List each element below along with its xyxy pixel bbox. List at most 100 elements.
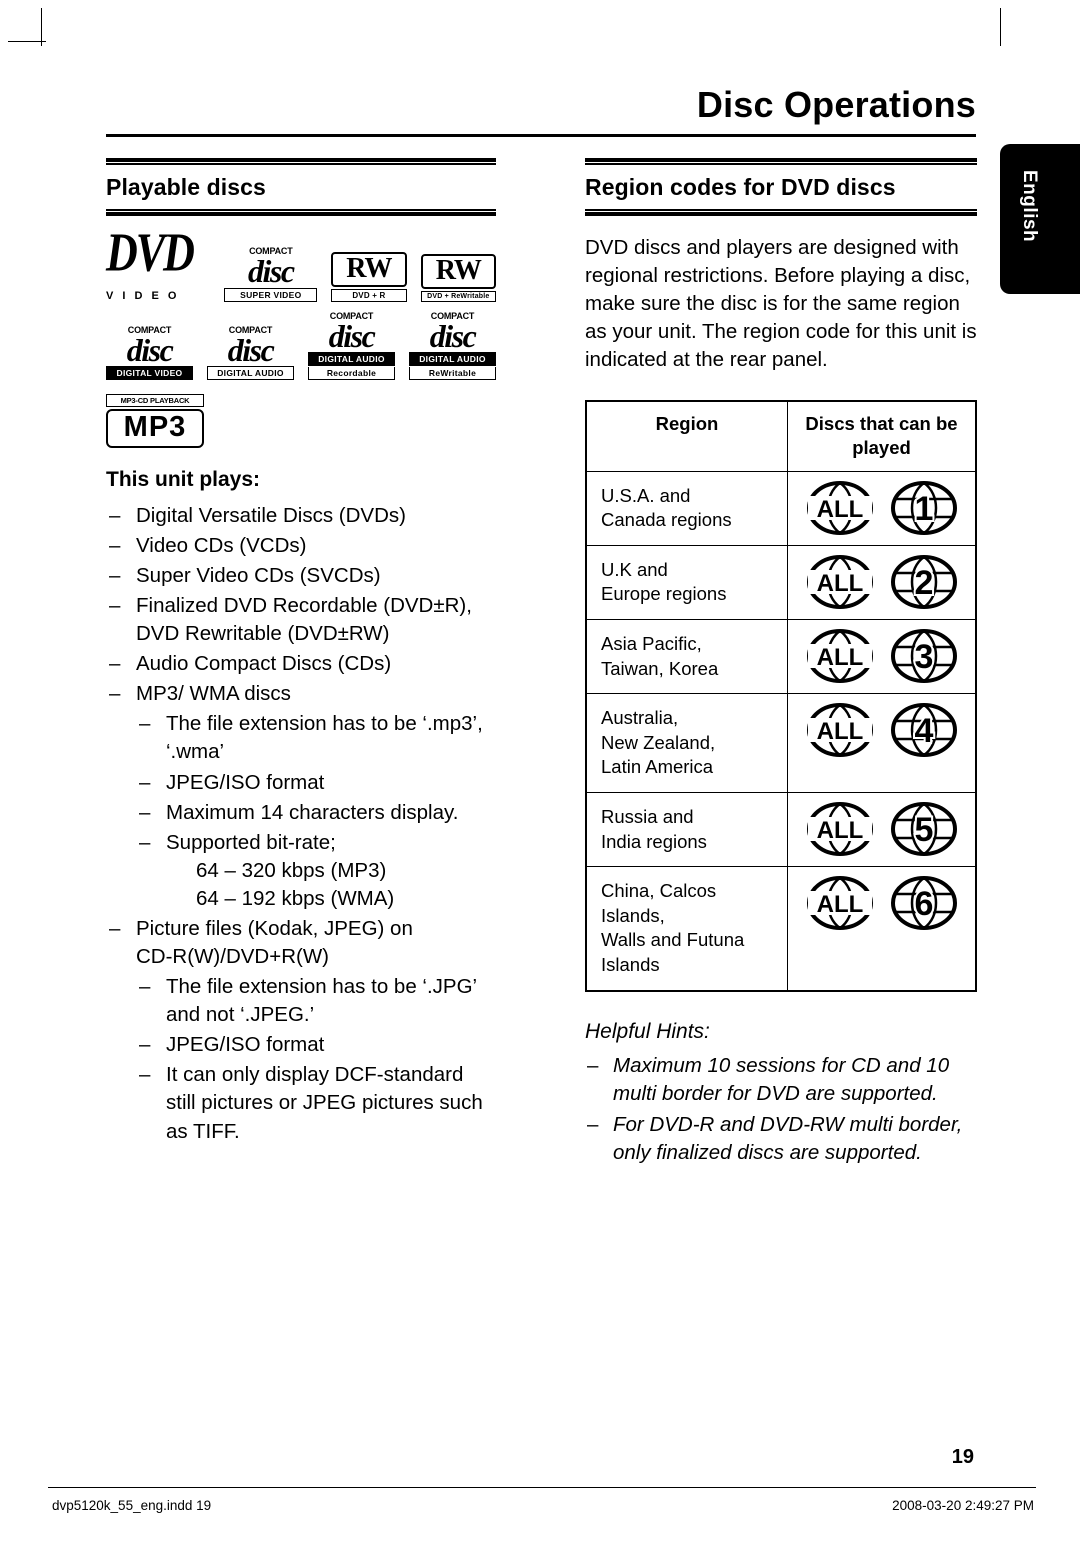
footer-file-name: dvp5120k_55_eng.indd 19 [52,1498,212,1513]
region-table-body: U.S.A. and Canada regions ALL 1 U.K and … [585,470,977,992]
region-cell: Australia, New Zealand, Latin America [585,693,788,793]
logo-bottom-label-6b: Recordable [308,367,395,381]
title-rule [106,134,976,137]
region-codes-header: Region codes for DVD discs [585,158,977,216]
list-item-text: The file extension has to be ‘.mp3’, [166,712,483,736]
table-row: U.S.A. and Canada regions ALL 1 [585,470,977,546]
rule-top-2r [585,163,977,165]
region-line: Russia and [601,805,694,827]
table-row: Australia, New Zealand, Latin America AL… [585,693,977,793]
table-row: Russia and India regions ALL 5 [585,791,977,868]
region-line: Latin America [601,756,714,778]
list-item-cont: and not ‘.JPEG.’ [166,1003,315,1027]
dvd-logo-word: DVD [106,221,195,284]
list-item: It can only display DCF-standard still p… [136,1061,496,1145]
list-item: Audio Compact Discs (CDs) [106,650,496,678]
playable-discs-list: Digital Versatile Discs (DVDs) Video CDs… [106,502,496,1146]
crop-mark-tr-v [1000,8,1001,46]
list-item-text: Audio Compact Discs (CDs) [136,652,392,676]
section-heading-region-codes: Region codes for DVD discs [585,174,896,200]
logo-disc-word: disc [248,253,295,290]
svg-text:ALL: ALL [816,817,863,844]
page-title: Disc Operations [696,84,976,125]
helpful-hints-title: Helpful Hints: [585,1019,710,1043]
region-line: Walls and Futuna [601,929,745,951]
region-cell: China, Calcos Islands, Walls and Futuna … [585,866,788,992]
column-header-region: Region [585,400,788,472]
rule-bot-1r [585,209,977,211]
globe-all-icon: ALL [806,554,874,610]
svg-text:2: 2 [914,564,933,602]
list-item-cont2: 64 – 192 kbps (WMA) [196,886,395,910]
rule-top-2 [106,163,496,165]
svg-text:6: 6 [914,885,933,923]
list-item-text: Digital Versatile Discs (DVDs) [136,503,406,527]
globe-all-icon: ALL [806,702,874,758]
mp3-cd-playback-logo: MP3-CD PLAYBACK MP3 [106,394,204,448]
region-line: Australia, [601,707,679,729]
list-item: Maximum 14 characters display. [136,799,496,827]
crop-mark-tl-h [8,41,46,42]
logo-disc-word-5: disc [227,332,275,369]
logo-bottom-label: SUPER VIDEO [224,287,318,302]
region-icons-cell: ALL 2 [787,544,977,621]
svg-text:ALL: ALL [816,570,863,597]
rule-top-1 [106,158,496,162]
list-item: Video CDs (VCDs) [106,532,496,560]
region-codes-intro: DVD discs and players are designed with … [585,236,977,372]
section-heading-playable-discs: Playable discs [106,174,266,200]
left-column: Playable discs DVD V I D E O COMPACT dis… [106,158,497,1148]
list-item-text: Supported bit-rate; [166,830,336,854]
svg-text:ALL: ALL [816,644,863,671]
compact-disc-digital-video-logo: COMPACT disc DIGITAL VIDEO [106,325,193,381]
footer-rule [48,1487,1036,1488]
list-item-text: JPEG/ISO format [166,770,325,794]
region-icons-cell: ALL 3 [787,619,977,695]
region-line: Canada regions [601,509,732,531]
sub-list-picture-files: The file extension has to be ‘.JPG’ and … [136,973,496,1145]
list-item: JPEG/ISO format [136,769,496,797]
globe-region-number-icon: 1 [890,480,958,536]
rule-bot-1 [106,209,496,211]
list-item-text: Finalized DVD Recordable (DVD±R), [136,594,472,618]
region-line: U.S.A. and [601,484,691,506]
globe-region-number-icon: 2 [890,554,958,610]
region-line: China, Calcos [601,880,717,902]
region-cell: Asia Pacific, Taiwan, Korea [585,619,788,695]
rule-bot-2r [585,212,977,216]
globe-all-icon: ALL [806,480,874,536]
logo-disc-word-4: disc [126,332,174,369]
list-item: Super Video CDs (SVCDs) [106,562,496,590]
region-line: Asia Pacific, [601,633,702,655]
list-item: Finalized DVD Recordable (DVD±R), DVD Re… [106,592,496,648]
dvd-logo-sub: V I D E O [106,289,180,302]
list-item-cont: CD-R(W)/DVD+R(W) [136,945,329,969]
list-item: Supported bit-rate; 64 – 320 kbps (MP3) … [136,829,496,913]
rw-logo-sub: DVD + R [331,288,407,302]
rw-logo-word-2: RW [420,253,497,289]
globe-all-icon: ALL [806,875,874,931]
region-cell: U.S.A. and Canada regions [585,470,788,546]
rw-logo-sub-2: DVD + ReWritable [420,290,497,302]
right-column: Region codes for DVD discs DVD discs and… [585,158,977,1171]
rule-top-1r [585,158,977,162]
globe-all-icon: ALL [806,628,874,684]
list-item: Maximum 10 sessions for CD and 10 multi … [585,1052,977,1109]
globe-region-number-icon: 4 [890,702,958,758]
list-item: Picture files (Kodak, JPEG) on CD-R(W)/D… [106,915,496,1146]
logo-row-2: COMPACT disc DIGITAL VIDEO COMPACT disc … [106,311,496,381]
language-tab-label: English [1019,170,1040,243]
list-item-text: Super Video CDs (SVCDs) [136,564,381,588]
this-unit-plays-heading: This unit plays: [106,467,261,491]
svg-text:5: 5 [914,811,933,849]
region-cell: Russia and India regions [585,791,788,868]
logo-row-3: MP3-CD PLAYBACK MP3 [106,390,496,448]
list-item-text: JPEG/ISO format [166,1033,325,1057]
dvd-plus-rewritable-logo: RW DVD + ReWritable [420,253,497,302]
svg-text:4: 4 [914,712,933,750]
svg-text:3: 3 [914,638,933,676]
logo-bottom-label-6: DIGITAL AUDIO [308,352,395,367]
svg-text:ALL: ALL [816,718,863,745]
list-item: MP3/ WMA discs The file extension has to… [106,680,496,913]
table-row: Asia Pacific, Taiwan, Korea ALL 3 [585,619,977,695]
